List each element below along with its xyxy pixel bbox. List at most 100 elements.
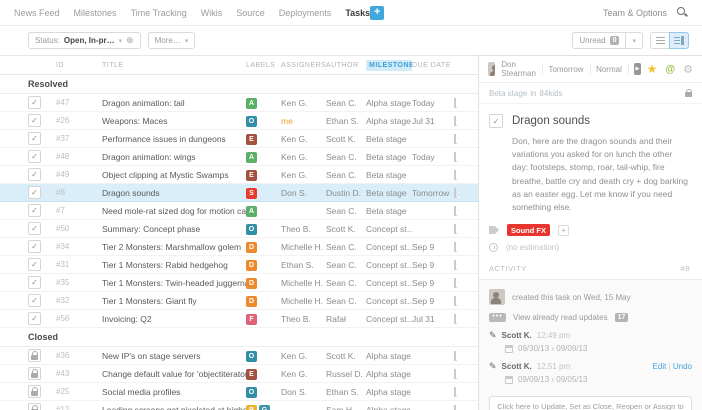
nav-item-milestones[interactable]: Milestones: [74, 8, 117, 18]
comment-icon[interactable]: [454, 188, 456, 198]
row-checkbox[interactable]: ✓: [28, 168, 41, 181]
row-checkbox[interactable]: ✓: [28, 258, 41, 271]
comment-icon[interactable]: [454, 206, 456, 216]
comment-icon[interactable]: [454, 242, 456, 252]
label-chip[interactable]: E: [246, 170, 257, 181]
row-checkbox[interactable]: ✓: [28, 96, 41, 109]
row-checkbox[interactable]: ✓: [28, 186, 41, 199]
more-dots-icon[interactable]: •••: [489, 313, 506, 322]
row-checkbox[interactable]: ✓: [28, 240, 41, 253]
comment-icon[interactable]: [454, 224, 456, 234]
reopen-link[interactable]: Reopen: [616, 402, 642, 410]
nav-item-deployments[interactable]: Deployments: [279, 8, 332, 18]
unread-button[interactable]: Unread 0: [572, 32, 626, 49]
label-chip[interactable]: D: [246, 278, 257, 289]
row-lock[interactable]: [28, 385, 41, 398]
label-chip[interactable]: B: [246, 405, 257, 410]
tag-chip[interactable]: Sound FX: [507, 224, 550, 236]
task-row[interactable]: ✓#37Performance issues in dungeonsEKen G…: [0, 130, 478, 148]
task-row[interactable]: #25Social media profilesODon S.Ethan S.A…: [0, 383, 478, 401]
comment-icon[interactable]: [454, 278, 456, 288]
more-filter-button[interactable]: More… ▾: [148, 32, 196, 49]
assignee-name[interactable]: Don Stearman: [501, 60, 536, 78]
task-row[interactable]: ✓#35Tier 1 Monsters: Twin-headed juggern…: [0, 274, 478, 292]
row-checkbox[interactable]: ✓: [28, 276, 41, 289]
label-chip[interactable]: G: [259, 405, 270, 410]
gear-icon[interactable]: ⚙: [683, 63, 693, 76]
row-checkbox[interactable]: ✓: [28, 222, 41, 235]
col-milestone[interactable]: MILESTONE ▲▼: [366, 60, 412, 71]
comment-icon[interactable]: [454, 296, 456, 306]
undo-link[interactable]: Undo: [673, 362, 692, 371]
update-link[interactable]: Update: [541, 402, 565, 410]
label-chip[interactable]: O: [246, 224, 257, 235]
task-row[interactable]: ✓#49Object clipping at Mystic SwampsEKen…: [0, 166, 478, 184]
search-icon[interactable]: [677, 7, 688, 18]
status-filter-button[interactable]: Status: Open, In-pr… ▾ ⊗: [28, 32, 141, 49]
nav-item-source[interactable]: Source: [236, 8, 265, 18]
comment-icon[interactable]: [454, 116, 456, 126]
close-link[interactable]: Close: [593, 402, 612, 410]
row-checkbox[interactable]: ✓: [28, 150, 41, 163]
nav-item-tasks[interactable]: Tasks: [345, 8, 370, 18]
split-view-toggle[interactable]: [669, 32, 689, 49]
unread-dropdown-button[interactable]: ▾: [625, 32, 643, 49]
comment-icon[interactable]: [454, 387, 456, 397]
label-chip[interactable]: F: [246, 314, 257, 325]
task-checkbox[interactable]: ✓: [489, 114, 503, 128]
task-row[interactable]: ✓#50Summary: Concept phaseOTheo B.Scott …: [0, 220, 478, 238]
task-row[interactable]: ✓#56Invoicing: Q2FTheo B.RafałConcept st…: [0, 310, 478, 328]
task-row[interactable]: #12Loading screens get pixelated at high…: [0, 401, 478, 410]
row-checkbox[interactable]: ✓: [28, 114, 41, 127]
assignee-avatar[interactable]: [488, 62, 495, 76]
clear-filter-icon[interactable]: ⊗: [126, 36, 134, 45]
label-chip[interactable]: O: [246, 116, 257, 127]
comment-icon[interactable]: [454, 260, 456, 270]
label-chip[interactable]: A: [246, 152, 257, 163]
task-row[interactable]: ✓#32Tier 1 Monsters: Giant flyDMichelle …: [0, 292, 478, 310]
col-author[interactable]: AUTHOR: [326, 62, 366, 69]
comment-icon[interactable]: [454, 98, 456, 108]
task-row[interactable]: #36New IP's on stage serversOKen G.Scott…: [0, 347, 478, 365]
row-lock[interactable]: [28, 367, 41, 380]
label-chip[interactable]: D: [246, 242, 257, 253]
task-row[interactable]: ✓#8Dragon soundsSDon S.Dustin D.Beta sta…: [0, 184, 478, 202]
task-row[interactable]: ✓#7Need mole-rat sized dog for motion ca…: [0, 202, 478, 220]
due-date-field[interactable]: Tomorrow: [548, 65, 583, 74]
comment-icon[interactable]: [454, 170, 456, 180]
task-row[interactable]: ✓#31Tier 1 Monsters: Rabid hedgehogDEtha…: [0, 256, 478, 274]
comment-input[interactable]: Click here to Update, Set as Close, Reop…: [489, 396, 692, 410]
priority-field[interactable]: Normal: [596, 65, 622, 74]
nav-item-wikis[interactable]: Wikis: [201, 8, 223, 18]
list-view-toggle[interactable]: [650, 32, 670, 49]
task-row[interactable]: ✓#26Weapons: MacesOmeEthan S.Alpha stage…: [0, 112, 478, 130]
comment-icon[interactable]: [454, 152, 456, 162]
label-chip[interactable]: D: [246, 296, 257, 307]
row-lock[interactable]: [28, 403, 41, 410]
comment-icon[interactable]: [454, 405, 456, 410]
comment-icon[interactable]: [454, 351, 456, 361]
nav-item-news-feed[interactable]: News Feed: [14, 8, 60, 18]
label-chip[interactable]: E: [246, 134, 257, 145]
label-chip[interactable]: S: [246, 188, 257, 199]
add-task-button[interactable]: +: [370, 6, 384, 20]
edit-link[interactable]: Edit: [653, 362, 667, 371]
row-checkbox[interactable]: ✓: [28, 204, 41, 217]
star-icon[interactable]: ★: [647, 62, 658, 76]
row-lock[interactable]: [28, 349, 41, 362]
task-row[interactable]: ✓#48Dragon animation: wingsAKen G.Sean C…: [0, 148, 478, 166]
comment-icon[interactable]: [454, 314, 456, 324]
milestone-value[interactable]: Beta stage: [489, 89, 527, 98]
watch-icon[interactable]: @: [665, 64, 675, 75]
label-chip[interactable]: D: [246, 260, 257, 271]
estimation-value[interactable]: (no estimation): [506, 243, 559, 252]
label-chip[interactable]: O: [246, 387, 257, 398]
task-row[interactable]: #43Change default value for 'objectitera…: [0, 365, 478, 383]
add-tag-button[interactable]: +: [558, 225, 569, 236]
comment-icon[interactable]: [454, 134, 456, 144]
row-checkbox[interactable]: ✓: [28, 294, 41, 307]
row-checkbox[interactable]: ✓: [28, 312, 41, 325]
col-title[interactable]: TITLE: [102, 62, 246, 69]
expand-button[interactable]: ▶: [634, 63, 640, 75]
col-due-date[interactable]: DUE DATE: [412, 62, 454, 69]
